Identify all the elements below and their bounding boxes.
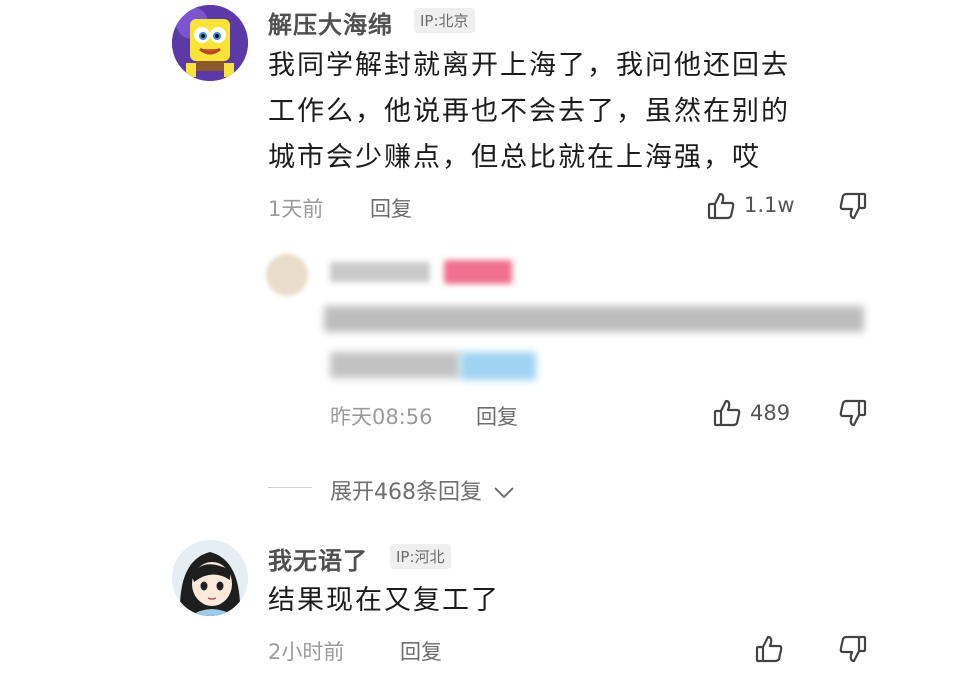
like-icon[interactable] [712,398,742,428]
expand-replies-button[interactable]: 展开468条回复 [330,474,515,506]
like-count: 489 [750,401,791,425]
like-icon[interactable] [706,191,736,221]
reply-button[interactable]: 回复 [400,636,442,666]
comment-time: 1天前 [268,197,324,221]
redacted-badge [444,260,512,284]
reply-button[interactable]: 回复 [476,401,518,431]
comment-text-line: 结果现在又复工了 [268,585,500,616]
anime-girl-avatar-icon [172,540,248,616]
redacted-emoji [460,352,536,380]
like-icon[interactable] [754,634,784,664]
dislike-icon[interactable] [838,191,868,221]
ip-location-badge: IP:北京 [414,8,475,33]
comment-username[interactable]: 解压大海绵 [268,5,393,40]
comment-time: 2小时前 [268,640,345,664]
redacted-username [330,262,430,282]
expand-replies-label: 展开468条回复 [330,480,482,505]
spongebob-avatar-icon [172,5,248,81]
comment-text-line: 我同学解封就离开上海了，我问他还回去 [268,50,790,81]
comment-text-line: 工作么，他说再也不会去了，虽然在别的 [268,96,790,127]
avatar[interactable] [172,5,248,81]
reply-avatar[interactable] [266,254,308,296]
like-count: 1.1w [744,193,795,217]
redacted-text-line [330,352,460,378]
comment-text-line: 城市会少赚点，但总比就在上海强，哎 [268,142,761,173]
chevron-down-icon [493,481,515,506]
redacted-text-line [324,306,864,332]
dislike-icon[interactable] [838,634,868,664]
comment-username[interactable]: 我无语了 [268,541,368,576]
reply-button[interactable]: 回复 [370,193,412,223]
avatar[interactable] [172,540,248,616]
expand-divider [268,487,312,488]
comment-text: 结果现在又复工了 [268,578,868,624]
reply-time: 昨天08:56 [330,405,433,429]
dislike-icon[interactable] [838,398,868,428]
comment-text: 我同学解封就离开上海了，我问他还回去 工作么，他说再也不会去了，虽然在别的 城市… [268,43,868,181]
ip-location-badge: IP:河北 [390,544,451,569]
